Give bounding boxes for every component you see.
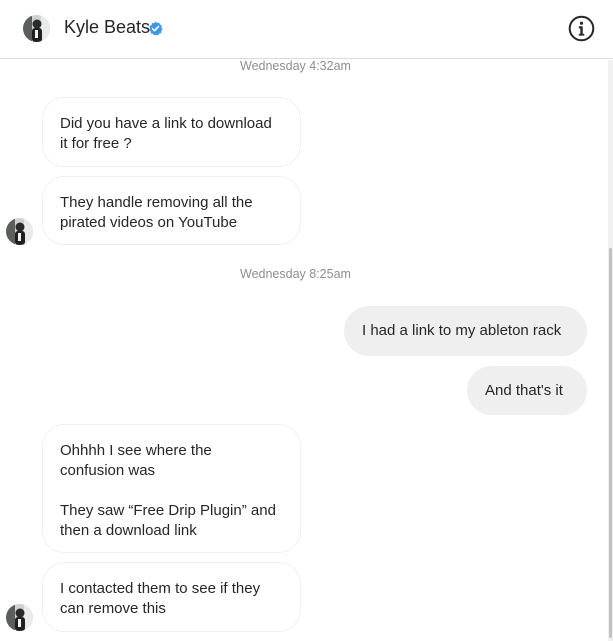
incoming-message[interactable]: Did you have a link to download it for f…: [42, 97, 301, 167]
contact-avatar[interactable]: [6, 604, 33, 631]
outgoing-message[interactable]: And that's it: [467, 366, 587, 415]
incoming-message[interactable]: Ohhhh I see where the confusion was They…: [42, 424, 301, 553]
verified-badge-icon: [149, 21, 163, 36]
chat-header: Kyle Beats: [0, 0, 613, 59]
timestamp: Wednesday 4:32am: [240, 59, 351, 73]
timestamp: Wednesday 8:25am: [240, 267, 351, 281]
outgoing-message[interactable]: I had a link to my ableton rack: [344, 306, 587, 356]
scrollbar-thumb[interactable]: [609, 248, 612, 638]
incoming-message[interactable]: They handle removing all the pirated vid…: [42, 176, 301, 245]
contact-avatar[interactable]: [23, 15, 50, 42]
contact-avatar[interactable]: [6, 218, 33, 245]
incoming-message[interactable]: I contacted them to see if they can remo…: [42, 562, 301, 632]
contact-name[interactable]: Kyle Beats: [64, 17, 150, 38]
info-icon[interactable]: [568, 15, 595, 42]
